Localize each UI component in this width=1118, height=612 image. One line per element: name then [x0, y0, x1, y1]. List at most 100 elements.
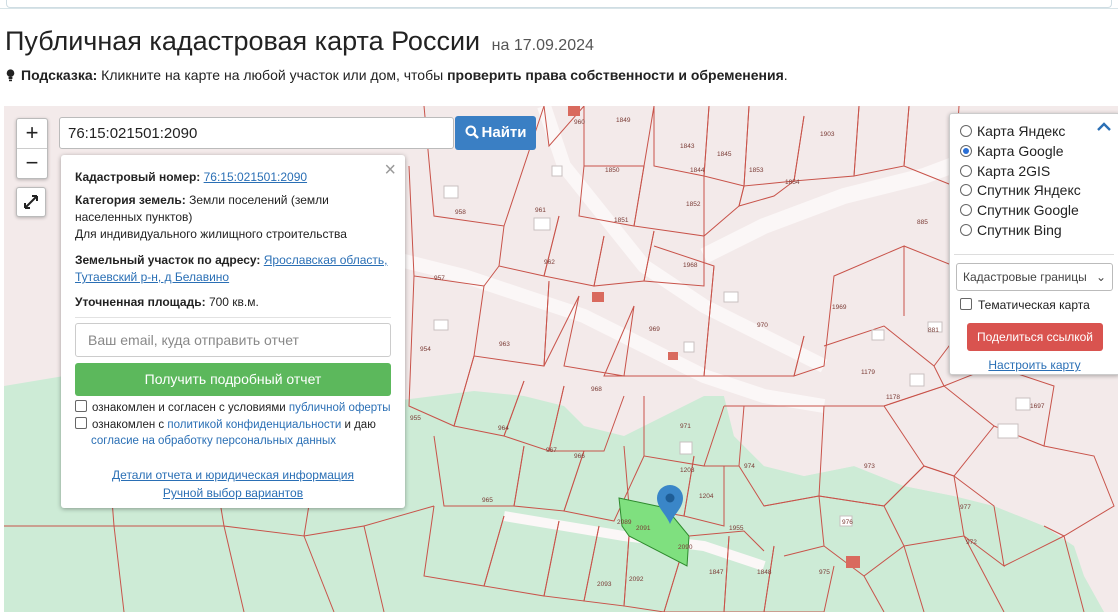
- email-input[interactable]: Ваш email, куда отправить отчет: [75, 323, 391, 357]
- search-icon: [465, 125, 479, 139]
- parcel-number-label: 2089: [617, 519, 632, 526]
- zoom-in-button[interactable]: +: [17, 119, 47, 148]
- parcel-number-label: 1849: [616, 117, 631, 124]
- layer-google-satellite[interactable]: Спутник Google: [960, 200, 1079, 220]
- parcel-number-label: 1969: [832, 304, 847, 311]
- parcel-number-label: 955: [410, 415, 421, 422]
- thematic-map-toggle[interactable]: Тематическая карта: [960, 297, 1090, 313]
- personal-data-link[interactable]: согласие на обработку персональных данны…: [91, 435, 336, 447]
- lightbulb-icon: [6, 69, 15, 82]
- consent-offer[interactable]: ознакомлен и согласен с условиями публич…: [75, 400, 405, 416]
- parcel-number-label: 2090: [678, 544, 693, 551]
- parcel-number-label: 963: [499, 341, 510, 348]
- hint-text: Кликните на карте на любой участок или д…: [97, 67, 448, 83]
- parcel-number-label: 961: [535, 207, 546, 214]
- parcel-number-label: 1697: [1030, 403, 1045, 410]
- cadastral-search-input[interactable]: 76:15:021501:2090: [59, 117, 454, 149]
- parcel-number-label: 977: [960, 504, 971, 511]
- hint-label: Подсказка:: [21, 67, 98, 83]
- parcel-number-label: 1203: [680, 467, 695, 474]
- parcel-number-label: 2091: [636, 525, 651, 532]
- search-button[interactable]: Найти: [455, 116, 536, 150]
- chevron-up-icon[interactable]: [1097, 122, 1111, 132]
- parcel-number-label: 1845: [717, 151, 732, 158]
- parcel-number-label: 1850: [605, 167, 620, 174]
- parcel-number-label: 2092: [629, 576, 644, 583]
- parcel-number-label: 1179: [861, 369, 875, 376]
- layer-bing-satellite[interactable]: Спутник Bing: [960, 220, 1062, 240]
- zoom-control: + −: [16, 118, 48, 179]
- privacy-checkbox[interactable]: [75, 417, 87, 429]
- fullscreen-button[interactable]: [16, 187, 46, 217]
- chevron-down-icon: ⌄: [1095, 270, 1106, 284]
- cadastral-label: Кадастровый номер:: [75, 170, 201, 184]
- parcel-number-label: 968: [591, 386, 602, 393]
- parcel-number-label: 2093: [597, 581, 612, 588]
- parcel-number-label: 1178: [886, 394, 900, 401]
- cadastral-number-link[interactable]: 76:15:021501:2090: [204, 170, 307, 184]
- get-report-button[interactable]: Получить подробный отчет: [75, 363, 391, 396]
- zoom-out-button[interactable]: −: [17, 148, 47, 178]
- category-label: Категория земель:: [75, 193, 186, 207]
- parcel-number-label: 975: [819, 569, 830, 576]
- area-label: Уточненная площадь:: [75, 295, 206, 309]
- configure-map-link[interactable]: Настроить карту: [950, 358, 1118, 372]
- parcel-number-label: 972: [966, 539, 977, 546]
- cadastral-map[interactable]: 960 1849 1843 1844 1845 1903 1850 1853 1854 958 96…: [4, 106, 1118, 612]
- radio-bing-satellite[interactable]: [960, 224, 972, 236]
- radio-yandex-map[interactable]: [960, 125, 972, 137]
- parcel-number-label: 973: [864, 463, 875, 470]
- layer-google-map[interactable]: Карта Google: [960, 141, 1064, 161]
- parcel-number-label: 1851: [614, 217, 629, 224]
- parcel-number-label: 962: [544, 259, 555, 266]
- consent-privacy[interactable]: ознакомлен с политикой конфиденциальност…: [75, 417, 405, 449]
- parcel-number-label: 967: [546, 447, 557, 454]
- layer-yandex-map[interactable]: Карта Яндекс: [960, 121, 1065, 141]
- top-navbar: [0, 0, 1118, 9]
- parcel-number-label: 971: [680, 423, 691, 430]
- privacy-policy-link[interactable]: политикой конфиденциальности: [167, 419, 341, 431]
- address-label: Земельный участок по адресу:: [75, 253, 261, 267]
- page-title: Публичная кадастровая карта России на 17…: [5, 26, 594, 56]
- hint-bold-text: проверить права собственности и обремене…: [447, 67, 784, 83]
- page-date: на 17.09.2024: [491, 37, 594, 54]
- parcel-number-label: 965: [482, 497, 493, 504]
- share-link-button[interactable]: Поделиться ссылкой: [967, 323, 1103, 351]
- thematic-checkbox[interactable]: [960, 298, 972, 310]
- parcel-number-label: 1853: [749, 167, 764, 174]
- parcel-number-label: 1847: [709, 569, 724, 576]
- area-value: 700 кв.м.: [208, 295, 259, 309]
- manual-selection-link[interactable]: Ручной выбор вариантов: [163, 486, 303, 500]
- offer-checkbox[interactable]: [75, 400, 87, 412]
- parcel-number-label: 976: [842, 519, 853, 526]
- hint-line: Подсказка: Кликните на карте на любой уч…: [6, 67, 788, 83]
- parcel-number-label: 881: [928, 327, 939, 334]
- parcel-number-label: 885: [917, 219, 928, 226]
- parcel-number-label: 970: [757, 322, 768, 329]
- parcel-number-label: 960: [574, 119, 585, 126]
- parcel-number-label: 966: [574, 453, 585, 460]
- parcel-number-label: 969: [649, 326, 660, 333]
- radio-2gis-map[interactable]: [960, 165, 972, 177]
- parcel-number-label: 1848: [757, 569, 772, 576]
- parcel-number-label: 974: [744, 463, 755, 470]
- parcel-number-label: 957: [434, 275, 445, 282]
- layer-2gis-map[interactable]: Карта 2GIS: [960, 161, 1050, 181]
- radio-yandex-satellite[interactable]: [960, 184, 972, 196]
- parcel-number-label: 1843: [680, 143, 695, 150]
- land-usage: Для индивидуального жилищного строительс…: [75, 227, 347, 241]
- offer-link[interactable]: публичной оферты: [289, 402, 391, 414]
- report-details-link[interactable]: Детали отчета и юридическая информация: [112, 468, 354, 482]
- parcel-number-label: 954: [420, 346, 431, 353]
- radio-google-satellite[interactable]: [960, 204, 972, 216]
- parcel-number-label: 1903: [820, 131, 835, 138]
- parcel-number-label: 1204: [699, 493, 714, 500]
- layer-yandex-satellite[interactable]: Спутник Яндекс: [960, 180, 1081, 200]
- radio-google-map[interactable]: [960, 145, 972, 157]
- parcel-number-label: 964: [498, 425, 509, 432]
- parcel-info-popup: × Кадастровый номер: 76:15:021501:2090 К…: [61, 155, 405, 508]
- map-layers-panel: Карта Яндекс Карта Google Карта 2GIS Спу…: [949, 113, 1118, 375]
- parcel-number-label: 1852: [686, 201, 701, 208]
- parcel-number-label: 1844: [690, 167, 705, 174]
- boundaries-select[interactable]: Кадастровые границы ⌄: [956, 263, 1113, 291]
